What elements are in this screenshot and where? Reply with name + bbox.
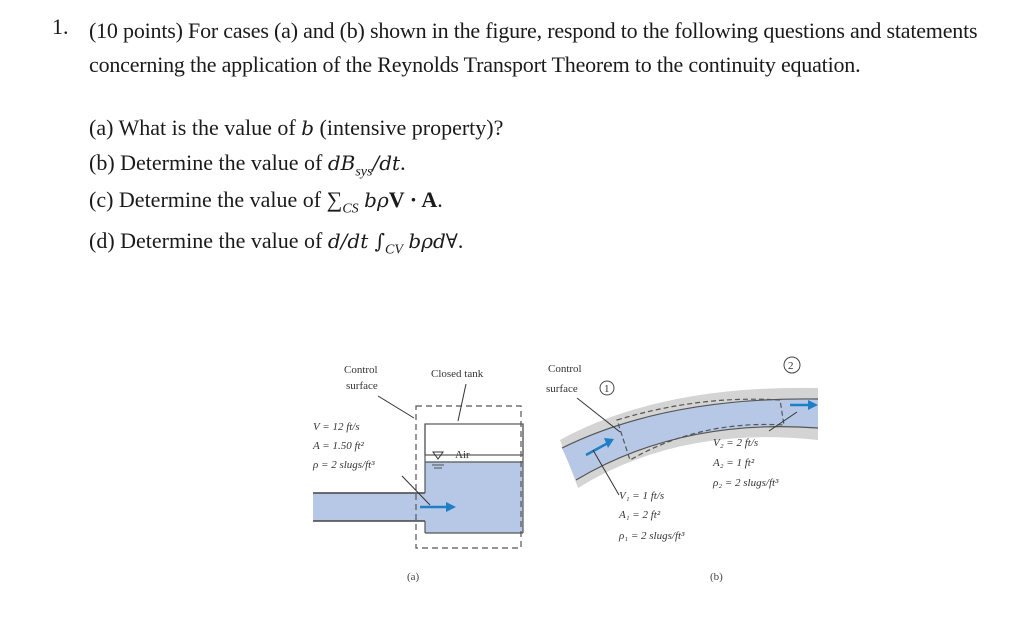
inlet-pipe-water bbox=[313, 493, 425, 521]
figure: Air Control surface Closed tank V = 12 f… bbox=[312, 356, 819, 583]
caption-b: (b) bbox=[710, 571, 723, 583]
value-a1: A₁ = 2 ft² bbox=[618, 509, 661, 521]
control-surface-label-a2: surface bbox=[346, 380, 378, 392]
value-rho: ρ = 2 slugs/ft³ bbox=[312, 459, 375, 471]
control-surface-label-b1: Control bbox=[548, 363, 582, 375]
control-surface-label-a1: Control bbox=[344, 364, 378, 376]
value-v: V = 12 ft/s bbox=[313, 421, 360, 433]
section-1-label: 1 bbox=[604, 383, 610, 395]
section-2-label: 2 bbox=[788, 360, 794, 372]
value-rho2: ρ₂ = 2 slugs/ft³ bbox=[712, 477, 779, 489]
figure-a: Air Control surface Closed tank V = 12 f… bbox=[312, 364, 524, 583]
control-surface-label-b2: surface bbox=[546, 383, 578, 395]
value-rho1: ρ₁ = 2 slugs/ft³ bbox=[618, 530, 685, 542]
leader-line bbox=[457, 383, 467, 422]
value-a: A = 1.50 ft² bbox=[312, 440, 365, 452]
value-a2: A₂ = 1 ft² bbox=[712, 457, 755, 469]
closed-tank-label: Closed tank bbox=[431, 368, 484, 380]
figure-b: Control surface 1 2 V₁ = 1 ft/s A₁ = 2 f… bbox=[546, 356, 819, 583]
value-v2: V₂ = 2 ft/s bbox=[713, 437, 758, 449]
caption-a: (a) bbox=[407, 571, 420, 583]
air-label: Air bbox=[455, 449, 470, 461]
leader-line bbox=[377, 395, 415, 419]
value-v1: V₁ = 1 ft/s bbox=[619, 490, 664, 502]
tank-water bbox=[425, 462, 523, 533]
tank-air-space bbox=[424, 423, 524, 456]
